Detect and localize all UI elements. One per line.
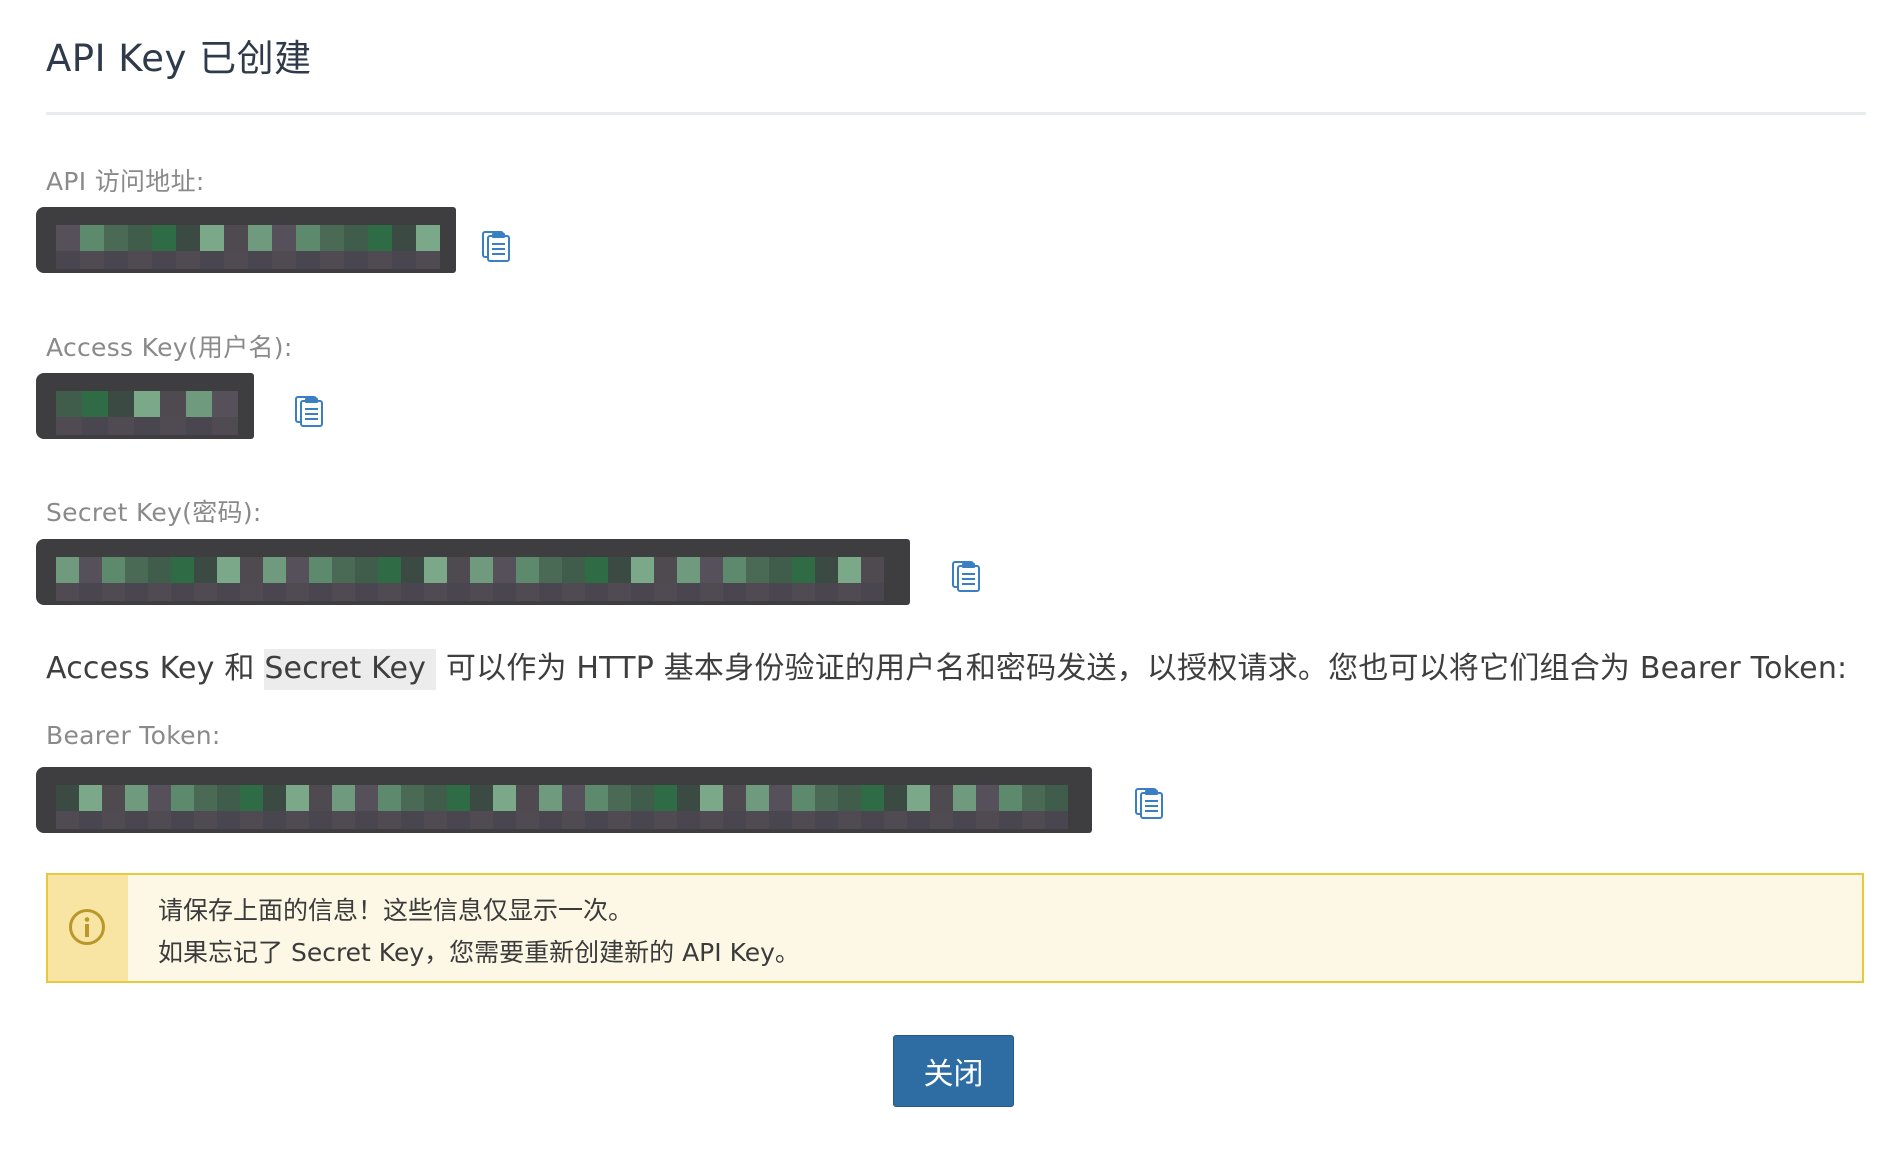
warning-line-2: 如果忘记了 Secret Key，您需要重新创建新的 API Key。 [158, 938, 800, 967]
access-key-value-redacted [36, 373, 254, 439]
note-part2: 可以作为 HTTP 基本身份验证的用户名和密码发送，以授权请求。您也可以将它们组… [436, 651, 1848, 686]
secret-key-label: Secret Key(密码): [46, 498, 262, 527]
copy-access-key-icon[interactable] [293, 394, 325, 428]
secret-key-value-redacted [36, 539, 910, 605]
warning-alert: 请保存上面的信息！这些信息仅显示一次。 如果忘记了 Secret Key，您需要… [46, 873, 1864, 983]
auth-explanation: Access Key 和 Secret Key 可以作为 HTTP 基本身份验证… [46, 643, 1848, 690]
warning-alert-sidebar [48, 875, 128, 981]
access-key-label: Access Key(用户名): [46, 333, 293, 362]
title-divider [46, 112, 1866, 115]
bearer-token-value-redacted [36, 767, 1092, 833]
info-icon [69, 909, 105, 945]
close-button[interactable]: 关闭 [893, 1035, 1014, 1107]
note-part1: Access Key 和 [46, 651, 265, 686]
dialog-title: API Key 已创建 [46, 37, 312, 80]
warning-line-1: 请保存上面的信息！这些信息仅显示一次。 [158, 896, 634, 925]
api-url-label: API 访问地址: [46, 167, 205, 196]
api-url-value-redacted [36, 207, 456, 273]
copy-secret-key-icon[interactable] [950, 559, 982, 593]
bearer-token-label: Bearer Token: [46, 721, 221, 750]
copy-bearer-token-icon[interactable] [1133, 786, 1165, 820]
note-secret-key-highlight: Secret Key [264, 649, 437, 690]
api-key-created-dialog: API Key 已创建 API 访问地址: Access Key(用户名): S… [0, 0, 1880, 1154]
copy-api-url-icon[interactable] [480, 229, 512, 263]
